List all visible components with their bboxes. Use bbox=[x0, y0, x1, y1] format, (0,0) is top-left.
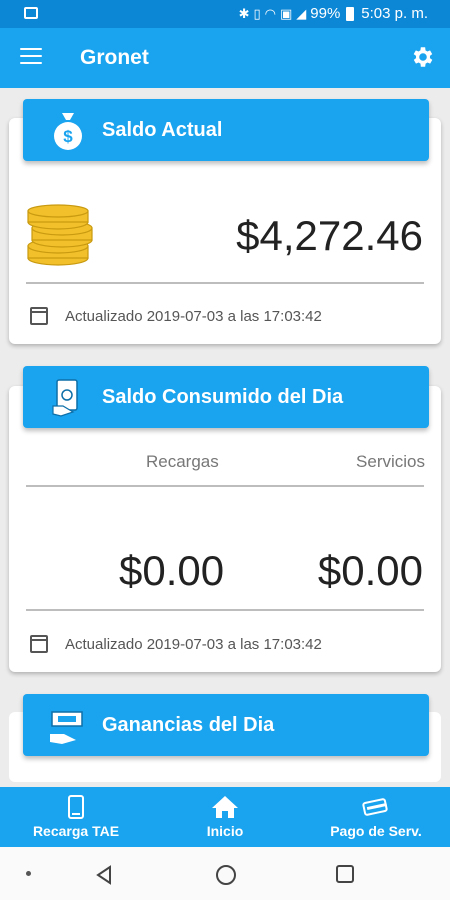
image-notification-icon bbox=[24, 7, 38, 19]
saldo-consumido-header: Saldo Consumido del Dia bbox=[23, 366, 429, 428]
divider bbox=[26, 609, 424, 611]
recargas-amount: $0.00 bbox=[119, 547, 225, 594]
battery-percent: 99% bbox=[310, 5, 341, 22]
signal-icon: ◢ bbox=[296, 5, 307, 21]
phone-icon bbox=[68, 795, 84, 819]
saldo-consumido-card bbox=[9, 386, 441, 672]
divider bbox=[26, 282, 424, 284]
svg-text:$: $ bbox=[63, 127, 73, 146]
bottom-nav: Recarga TAE Inicio Pago de Serv. bbox=[0, 787, 450, 847]
saldo-consumido-title: Saldo Consumido del Dia bbox=[102, 386, 344, 408]
saldo-actual-amount: $4,272.46 bbox=[236, 212, 423, 259]
status-bar: ✱ ▯ ◠ ▣ ◢ 99% 5:03 p. m. bbox=[0, 0, 450, 28]
app-title: Gronet bbox=[80, 46, 149, 69]
battery-icon bbox=[346, 6, 355, 21]
home-circle-icon[interactable] bbox=[215, 864, 237, 886]
updated-text: Actualizado 2019-07-03 a las 17:03:42 bbox=[65, 307, 322, 325]
settings-gear-icon[interactable] bbox=[410, 44, 436, 70]
bluetooth-icon: ✱ bbox=[238, 5, 250, 21]
calendar-icon bbox=[30, 307, 48, 325]
ganancias-title: Ganancias del Dia bbox=[102, 714, 275, 736]
menu-icon[interactable] bbox=[20, 48, 42, 66]
nav-label: Recarga TAE bbox=[32, 823, 120, 839]
updated-text: Actualizado 2019-07-03 a las 17:03:42 bbox=[65, 635, 322, 653]
status-time: 5:03 p. m. bbox=[361, 5, 428, 22]
nav-dot bbox=[26, 871, 31, 876]
recargas-label: Recargas bbox=[146, 452, 219, 471]
cash-hand-icon bbox=[52, 379, 78, 417]
money-bag-icon: $ bbox=[54, 113, 82, 150]
recents-icon[interactable] bbox=[335, 864, 355, 884]
servicios-amount: $0.00 bbox=[317, 547, 423, 594]
vibrate-icon: ▯ bbox=[253, 5, 261, 21]
nav-inicio[interactable]: Inicio bbox=[190, 787, 260, 839]
home-icon bbox=[212, 796, 238, 818]
wifi-icon: ◠ bbox=[264, 5, 276, 21]
saldo-consumido-updated: Actualizado 2019-07-03 a las 17:03:42 bbox=[30, 635, 322, 653]
calendar-icon bbox=[30, 635, 48, 653]
nav-pago-servicios[interactable]: Pago de Serv. bbox=[326, 787, 426, 839]
servicios-label: Servicios bbox=[356, 452, 425, 471]
ganancias-header[interactable]: Ganancias del Dia bbox=[23, 694, 429, 756]
status-icons: ✱ ▯ ◠ ▣ ◢ 99% 5:03 p. m. bbox=[239, 5, 428, 22]
saldo-actual-updated: Actualizado 2019-07-03 a las 17:03:42 bbox=[30, 307, 322, 325]
nfc-icon: ▣ bbox=[279, 5, 293, 21]
nav-label: Inicio bbox=[206, 823, 244, 839]
saldo-actual-title: Saldo Actual bbox=[102, 119, 223, 141]
app-bar: Gronet bbox=[0, 28, 450, 88]
earnings-hand-icon bbox=[50, 711, 83, 744]
gold-coins-icon bbox=[27, 204, 93, 266]
system-nav-bar bbox=[0, 847, 450, 900]
divider bbox=[26, 485, 424, 487]
back-icon[interactable] bbox=[94, 865, 114, 885]
nav-recarga-tae[interactable]: Recarga TAE bbox=[30, 787, 122, 839]
card-icon bbox=[362, 798, 388, 816]
nav-label: Pago de Serv. bbox=[330, 823, 422, 839]
saldo-actual-header: $ Saldo Actual bbox=[23, 99, 429, 161]
